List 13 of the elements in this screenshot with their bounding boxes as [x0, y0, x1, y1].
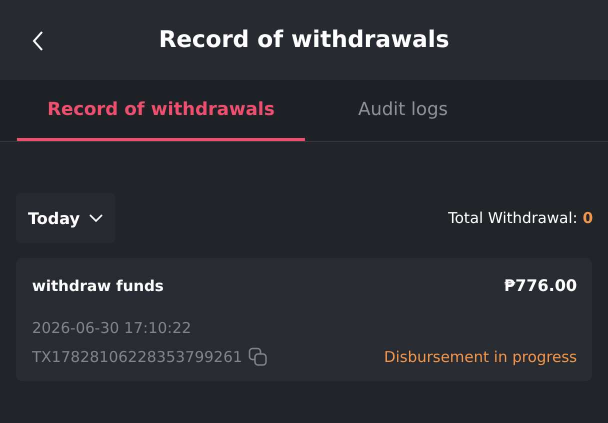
tab[interactable]: Audit logs	[305, 80, 501, 141]
page-title: Record of withdrawals	[158, 27, 450, 53]
record-title: withdraw funds	[32, 276, 164, 294]
record-amount: ₱776.00	[504, 276, 577, 295]
tab[interactable]: Record of withdrawals	[17, 80, 305, 141]
date-filter-dropdown[interactable]: Today	[16, 193, 115, 243]
chevron-down-icon	[88, 214, 103, 222]
total-label: Total Withdrawal:	[448, 209, 578, 227]
record-status: Disbursement in progress	[384, 348, 577, 366]
copy-icon[interactable]	[248, 347, 268, 367]
total-value: 0	[582, 209, 593, 227]
transaction-id: TX17828106228353799261	[32, 348, 242, 366]
record-time: 2026-06-30 17:10:22	[32, 319, 192, 337]
